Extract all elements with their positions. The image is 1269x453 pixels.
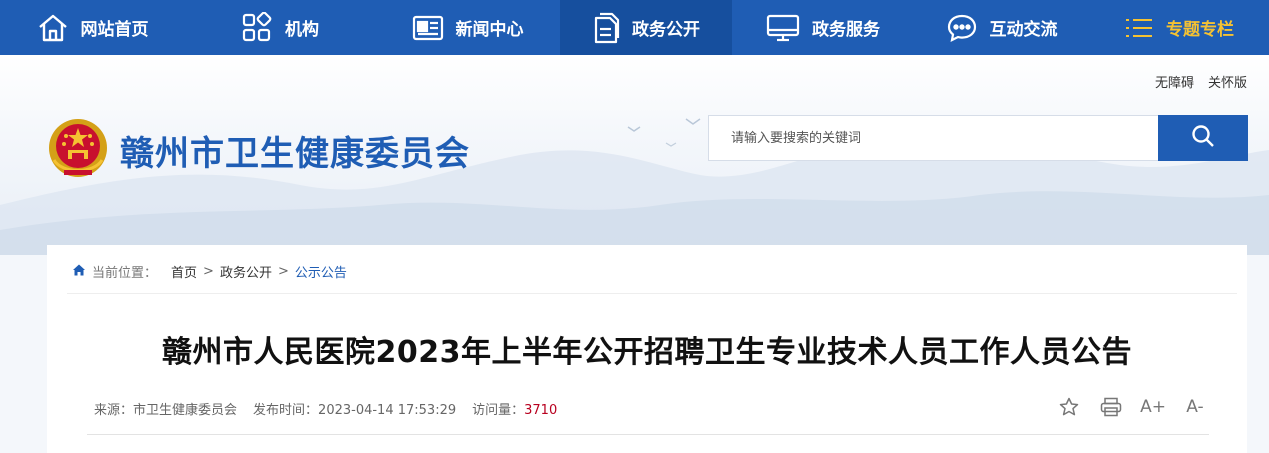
breadcrumb-gov-affairs[interactable]: 政务公开 [220, 262, 272, 281]
source-label: 来源： [94, 403, 134, 418]
grid-icon [241, 11, 273, 44]
breadcrumb-announcements[interactable]: 公示公告 [295, 262, 347, 281]
nav-home-label: 网站首页 [80, 20, 149, 40]
home-icon [37, 12, 69, 44]
nav-gov-affairs-label: 政务公开 [632, 20, 700, 40]
nav-special-topics-label: 专题专栏 [1166, 20, 1234, 40]
favorite-star-icon[interactable] [1057, 395, 1081, 419]
source-value: 市卫生健康委员会 [133, 403, 238, 418]
font-decrease-icon[interactable]: A- [1183, 395, 1207, 419]
time-value: 2023-04-14 17:53:29 [318, 403, 457, 418]
breadcrumb: 当前位置： 首页 > 政务公开 > 公示公告 [72, 262, 347, 281]
print-icon[interactable] [1099, 395, 1123, 419]
accessibility-link[interactable]: 无障碍 [1155, 72, 1194, 91]
article-card: 当前位置： 首页 > 政务公开 > 公示公告 赣州市人民医院2023年上半年公开… [47, 245, 1247, 453]
news-icon [412, 13, 444, 43]
article-source: 来源：市卫生健康委员会 [94, 399, 237, 418]
chat-icon [946, 13, 978, 43]
site-logo[interactable]: 赣州市卫生健康委员会 [46, 116, 470, 184]
search-icon [1191, 124, 1215, 152]
breadcrumb-separator: > [203, 264, 214, 279]
elderly-mode-link[interactable]: 关怀版 [1208, 72, 1247, 91]
article-views: 访问量：3710 [472, 399, 557, 418]
document-icon [592, 12, 620, 44]
article-time: 发布时间：2023-04-14 17:53:29 [253, 399, 456, 418]
nav-news[interactable]: 新闻中心 [375, 0, 560, 55]
accessibility-links: 无障碍 关怀版 [1155, 72, 1247, 91]
nav-special-topics[interactable]: 专题专栏 [1089, 0, 1269, 55]
article-title: 赣州市人民医院2023年上半年公开招聘卫生专业技术人员工作人员公告 [162, 335, 1132, 370]
list-icon [1124, 16, 1154, 40]
monitor-icon [766, 13, 800, 43]
home-small-icon [72, 263, 86, 281]
national-emblem-icon [46, 116, 110, 184]
nav-interaction[interactable]: 互动交流 [914, 0, 1089, 55]
divider [87, 434, 1209, 435]
main-nav: 网站首页 机构 新闻中心 政务公开 政务服务 互动交流 专题专栏 [0, 0, 1269, 55]
nav-interaction-label: 互动交流 [989, 20, 1058, 40]
time-label: 发布时间： [253, 403, 319, 418]
search-bar [708, 115, 1248, 161]
site-header: 无障碍 关怀版 赣州市卫生健康委员会 [0, 55, 1269, 255]
article-meta: 来源：市卫生健康委员会 发布时间：2023-04-14 17:53:29 访问量… [94, 399, 557, 418]
site-title: 赣州市卫生健康委员会 [120, 133, 470, 174]
breadcrumb-home[interactable]: 首页 [171, 262, 197, 281]
font-increase-icon[interactable]: A+ [1140, 395, 1166, 419]
divider [67, 293, 1237, 294]
nav-home[interactable]: 网站首页 [0, 0, 185, 55]
breadcrumb-prefix: 当前位置： [92, 266, 158, 281]
nav-organization-label: 机构 [285, 20, 319, 40]
nav-gov-affairs[interactable]: 政务公开 [560, 0, 732, 55]
article-tools: A+ A- [1057, 395, 1207, 419]
nav-gov-services[interactable]: 政务服务 [732, 0, 914, 55]
views-label: 访问量： [472, 403, 525, 418]
search-button[interactable] [1158, 115, 1248, 161]
nav-news-label: 新闻中心 [455, 20, 524, 40]
search-input[interactable] [708, 115, 1158, 161]
breadcrumb-separator: > [277, 264, 289, 279]
nav-organization[interactable]: 机构 [185, 0, 375, 55]
nav-gov-services-label: 政务服务 [812, 20, 880, 40]
views-count: 3710 [524, 403, 558, 418]
